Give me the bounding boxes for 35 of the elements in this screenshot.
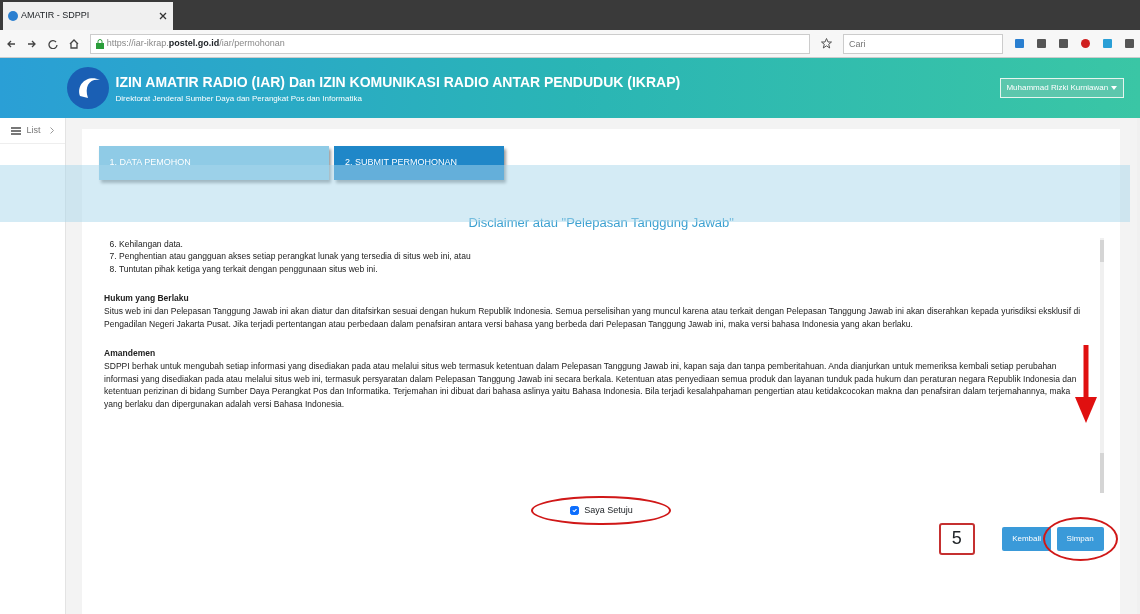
caret-icon [1111, 86, 1117, 90]
agree-checkbox[interactable] [569, 505, 579, 515]
page-title: IZIN AMATIR RADIO (IAR) Dan IZIN KOMUNIKASI RADIO ANTAR PENDUDUK (IKRAP) [115, 72, 682, 92]
page-subtitle: Direktorat Jenderal Sumber Daya dan Perangkat Pos dan Informatika [115, 92, 363, 105]
tab-title: AMATIR - SDPPI [21, 9, 91, 23]
list-icon [11, 126, 21, 135]
section-heading: Hukum yang Berlaku [104, 292, 190, 305]
url-text: https://iar-ikrap.postel.go.id/iar/permohonan [106, 36, 285, 50]
address-bar[interactable]: https://iar-ikrap.postel.go.id/iar/permohonan [89, 33, 810, 54]
back-button[interactable]: Kembali [1002, 526, 1052, 551]
bookmark-star-icon[interactable] [820, 38, 832, 49]
home-icon[interactable] [68, 38, 79, 49]
browser-tab[interactable]: AMATIR - SDPPI [2, 2, 173, 30]
close-icon[interactable] [159, 12, 168, 20]
disclaimer-title: Disclaimer atau "Pelepasan Tanggung Jawab" [467, 213, 735, 232]
scrollbar[interactable] [1099, 237, 1104, 493]
forward-arrow-icon[interactable] [26, 38, 37, 49]
chevron-icon [49, 127, 54, 134]
search-field[interactable]: Cari [842, 33, 1003, 54]
list-item-text: 7. Penghentian atau gangguan akses setiap perangkat lunak yang tersedia di situs web ini, atau [108, 250, 472, 263]
step-tab[interactable]: 2. SUBMIT PERMOHONAN [334, 145, 505, 180]
agree-label: Saya Setuju [584, 503, 633, 517]
list-item-text: 6. Kehilangan data. [108, 237, 184, 251]
user-dropdown[interactable]: Muhammad Rizki Kurniawan [999, 78, 1124, 98]
reload-icon[interactable] [47, 38, 58, 49]
list-item-text: 8. Tuntutan pihak ketiga yang terkait dengan penggunaan situs web ini. [108, 263, 379, 276]
section-heading: Amandemen [104, 347, 157, 360]
section-paragraph: Situs web ini dan Pelepasan Tanggung Jawab ini akan diatur dan ditafsirkan sesuai dengan hukum Republik Indonesia. Semua perselisihan yang muncul karena atau terkait dengan Pelepasan Tanggung Jawab ini akan diserahkan kepada yurisdiksi eksklusif di Pengadilan Negeri Jakarta Pusat. Jika terjadi pertentangan atau perbedaan dalam penafsiran antara versi bahasa yang berbeda dari Pelepasan Tanggung Jawab ini, maka versi bahasa Indonesia yang akan berlaku. [104, 305, 1082, 331]
back-arrow-icon[interactable] [5, 38, 16, 49]
sidebar-item[interactable]: List [0, 118, 65, 144]
step-number-label: 5 [938, 522, 975, 555]
lock-icon [96, 38, 104, 49]
logo-icon [66, 66, 110, 110]
section-paragraph: SDPPI berhak untuk mengubah setiap informasi yang disediakan pada atau melalui situs web termasuk ketentuan dalam Pelepasan Tanggung Jawab ini, kapan saja dan tanpa pemberitahuan. Anda dianjurkan untuk memeriksa kembali setiap perubahan informasi yang disediakan pada atau melalui situs web ini, termasuk persyaratan dalam Pelepasan Tanggung Jawab ini secara berkala. Ketentuan atas penyediaan semua produk dan layanan tunduk pada hukum dan peraturan negara Republik Indonesia dan ketentuan perizinan di bidang Sumber Daya Perangkat Pos dan Informatika. Terjemahan ini dibuat dari bahasa aslinya yaitu Bahasa Indonesia. Bila terjadi kesalahpahaman pengertian atau ketidakcocokan makna dan penafsiran dalam terjemahannya, maka yang berlaku dan dipergunakan adalah versi Bahasa Indonesia. [104, 359, 1078, 411]
save-button[interactable]: Simpan [1056, 526, 1104, 551]
